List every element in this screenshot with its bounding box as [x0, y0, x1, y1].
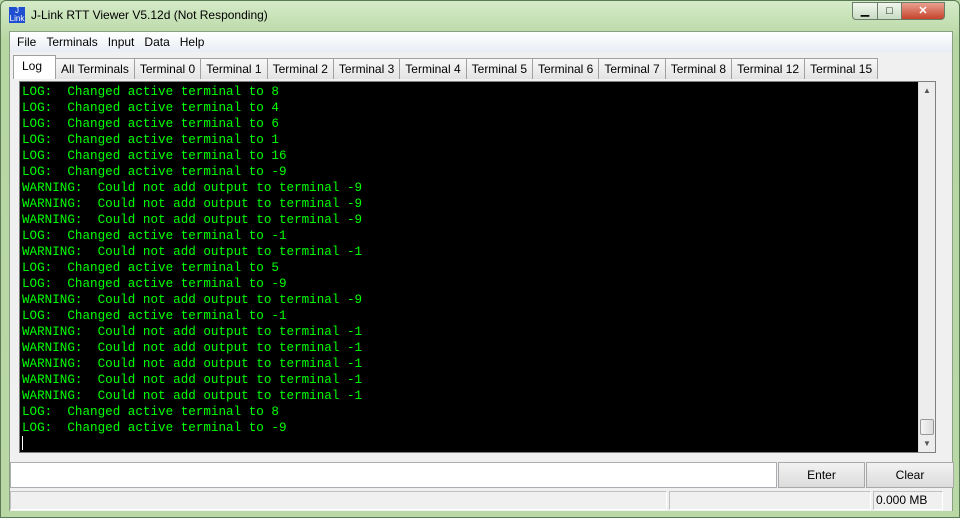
vertical-scrollbar[interactable]: ▲ ▼: [918, 82, 935, 452]
client-area: File Terminals Input Data Help Log All Termin…: [9, 31, 954, 511]
log-line: WARNING: Could not add output to termina…: [22, 197, 363, 211]
log-line: LOG: Changed active terminal to 16: [22, 149, 287, 163]
log-line: WARNING: Could not add output to termina…: [22, 341, 363, 355]
log-line: LOG: Changed active terminal to 4: [22, 101, 279, 115]
tab-terminal-3[interactable]: Terminal 3: [332, 58, 401, 79]
scroll-up-icon[interactable]: ▲: [919, 82, 935, 99]
menu-bar: File Terminals Input Data Help: [10, 32, 952, 52]
log-line: LOG: Changed active terminal to -9: [22, 165, 287, 179]
tab-terminal-5[interactable]: Terminal 5: [465, 58, 533, 79]
log-line: WARNING: Could not add output to termina…: [22, 373, 363, 387]
log-line: LOG: Changed active terminal to -9: [22, 277, 287, 291]
status-pane-middle: [669, 491, 871, 510]
log-line: WARNING: Could not add output to termina…: [22, 245, 363, 259]
log-line: LOG: Changed active terminal to 5: [22, 261, 279, 275]
maximize-icon: □: [886, 5, 893, 17]
log-line: LOG: Changed active terminal to 6: [22, 117, 279, 131]
tab-terminal-1[interactable]: Terminal 1: [200, 58, 268, 79]
minimize-icon: ▁: [860, 5, 870, 17]
tab-terminal-6[interactable]: Terminal 6: [532, 58, 600, 79]
minimize-button[interactable]: ▁: [852, 2, 878, 20]
scroll-down-icon[interactable]: ▼: [919, 435, 935, 452]
maximize-button[interactable]: □: [877, 2, 902, 20]
close-button[interactable]: ✕: [901, 2, 945, 20]
tab-log[interactable]: Log: [13, 55, 57, 79]
tab-terminal-12[interactable]: Terminal 12: [731, 58, 806, 79]
tab-terminal-8[interactable]: Terminal 8: [664, 58, 733, 79]
clear-button[interactable]: Clear: [866, 462, 954, 488]
log-line: WARNING: Could not add output to termina…: [22, 293, 363, 307]
tab-terminal-7[interactable]: Terminal 7: [598, 58, 666, 79]
tab-bar: Log All Terminals Terminal 0 Terminal 1 Term…: [13, 55, 879, 79]
input-field[interactable]: [10, 462, 777, 488]
log-line: WARNING: Could not add output to termina…: [22, 389, 363, 403]
window-title: J-Link RTT Viewer V5.12d (Not Responding…: [31, 8, 268, 22]
log-line: LOG: Changed active terminal to -1: [22, 309, 287, 323]
tab-terminal-4[interactable]: Terminal 4: [399, 58, 467, 79]
menu-input[interactable]: Input: [103, 32, 140, 52]
log-line: LOG: Changed active terminal to 8: [22, 405, 279, 419]
menu-terminals[interactable]: Terminals: [41, 32, 102, 52]
tab-terminal-0[interactable]: Terminal 0: [133, 58, 202, 79]
tab-all-terminals[interactable]: All Terminals: [55, 58, 135, 79]
menu-file[interactable]: File: [12, 32, 41, 52]
tab-terminal-2[interactable]: Terminal 2: [266, 58, 334, 79]
log-line: LOG: Changed active terminal to -9: [22, 421, 287, 435]
log-lines: LOG: Changed active terminal to 8 LOG: Ch…: [22, 84, 362, 436]
log-output[interactable]: LOG: Changed active terminal to 8 LOG: Ch…: [19, 81, 936, 453]
menu-data[interactable]: Data: [139, 32, 174, 52]
enter-button[interactable]: Enter: [778, 462, 865, 488]
close-icon: ✕: [918, 5, 928, 17]
menu-help[interactable]: Help: [175, 32, 210, 52]
log-line: WARNING: Could not add output to termina…: [22, 213, 363, 227]
status-bar: 0.000 MB: [10, 490, 952, 511]
tab-terminal-15[interactable]: Terminal 15: [804, 58, 879, 79]
app-window: J Link J-Link RTT Viewer V5.12d (Not Resp…: [0, 0, 960, 518]
log-line: LOG: Changed active terminal to -1: [22, 229, 287, 243]
log-line: WARNING: Could not add output to termina…: [22, 325, 363, 339]
status-pane-main: [10, 491, 667, 510]
scrollbar-thumb[interactable]: [920, 419, 934, 435]
data-size: 0.000 MB: [873, 491, 943, 510]
jlink-logo-icon: J Link: [9, 6, 25, 23]
text-cursor: [22, 436, 23, 450]
log-line: WARNING: Could not add output to termina…: [22, 357, 363, 371]
log-line: LOG: Changed active terminal to 8: [22, 85, 279, 99]
log-line: WARNING: Could not add output to termina…: [22, 181, 363, 195]
log-line: LOG: Changed active terminal to 1: [22, 133, 279, 147]
